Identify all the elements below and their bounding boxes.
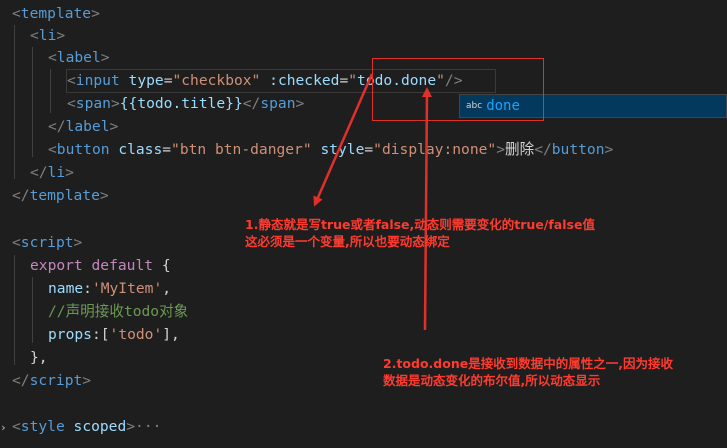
annotation-note-1: 1.静态就是写true或者false,动态则需要变化的true/false值 这… — [245, 217, 595, 249]
annotation-note-2: 2.todo.done是接收到数据中的属性之一,因为接收 数据是动态变化的布尔值… — [383, 356, 673, 388]
arrow-2 — [421, 87, 432, 331]
code-editor[interactable]: <template> <li> <label> <input type="che… — [0, 0, 727, 448]
arrow-1 — [313, 73, 374, 207]
